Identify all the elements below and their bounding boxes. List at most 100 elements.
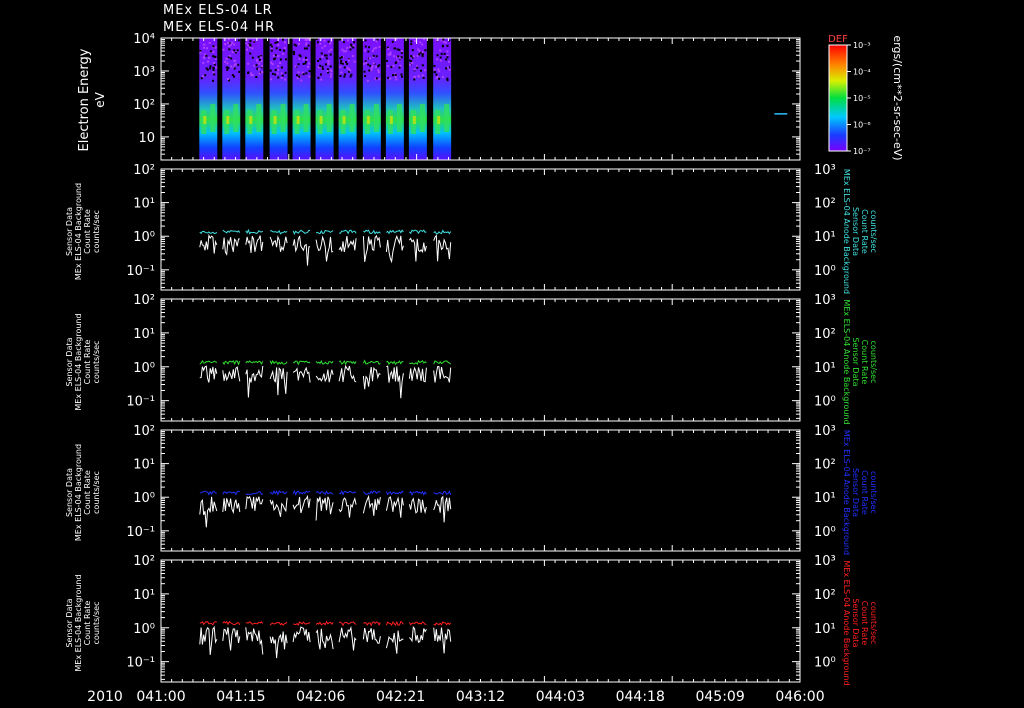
series-line-lr	[269, 497, 288, 517]
spectrogram-speckle	[447, 66, 449, 69]
series-line-hr	[385, 490, 404, 496]
spectrogram-speckle	[237, 39, 240, 42]
spectrogram-speckle	[230, 65, 233, 68]
right-y-label-line: Sensor Data	[851, 207, 860, 256]
series-line-hr	[386, 229, 404, 235]
spectrogram-speckle	[378, 46, 381, 48]
right-y-label-line: Count Rate	[860, 470, 869, 515]
series-line-lr	[385, 630, 404, 654]
spectrogram-speckle	[392, 74, 394, 77]
spectrogram-speckle	[252, 39, 255, 42]
spectrogram-speckle	[208, 41, 211, 44]
spectrogram-core	[256, 104, 262, 132]
spectrogram-speckle	[389, 77, 392, 80]
series-line-lr	[292, 494, 311, 514]
series-line-lr	[222, 627, 241, 651]
right-y-tick-label: 10³	[814, 293, 836, 308]
spectrogram-speckle	[255, 64, 258, 67]
series-line-lr	[199, 625, 218, 655]
spectrogram-speckle	[285, 58, 287, 61]
spectrogram-speckle	[230, 57, 233, 60]
spectrogram-speckle	[246, 48, 248, 51]
series-line-lr	[338, 236, 357, 252]
right-y-tick-label: 10¹	[814, 361, 836, 376]
right-y-label-line: counts/sec	[869, 210, 878, 253]
spectrogram-speckle	[307, 44, 310, 47]
spectrogram-speckle	[442, 38, 445, 41]
right-y-tick-label: 10²	[814, 588, 836, 603]
spectrogram-speckle	[306, 47, 309, 50]
spectrogram-speckle	[271, 72, 274, 75]
series-line-hr	[199, 490, 217, 496]
spectrogram-speckle	[330, 48, 333, 51]
spectrogram-speckle	[212, 79, 214, 82]
spectrogram-speckle	[433, 68, 436, 71]
left-y-label-line: Count Rate	[83, 209, 92, 254]
spectrogram-speckle	[202, 75, 204, 78]
spectrogram-speckle	[308, 75, 311, 78]
series-line-hr	[292, 360, 311, 366]
spectrogram-speckle	[245, 42, 248, 45]
colorbar-tick-label: 10⁻⁷	[853, 147, 871, 156]
spectrogram-speckle	[280, 77, 283, 79]
spectrogram-speckle	[204, 74, 207, 77]
spectrogram-speckle	[275, 47, 278, 50]
spectrogram-speckle	[368, 69, 371, 72]
right-y-tick-label: 10⁰	[814, 525, 836, 540]
spectrogram-speckle	[227, 38, 230, 41]
left-y-label-line: counts/sec	[92, 602, 101, 645]
spec-y-tick-label: 10	[138, 131, 155, 146]
spectrogram-speckle	[328, 50, 331, 53]
spectrogram-speckle	[207, 60, 209, 63]
series-line-lr	[292, 626, 311, 643]
spectrogram-speckle	[213, 62, 216, 64]
colorbar-tick-label: 10⁻⁶	[853, 121, 871, 130]
series-line-hr	[292, 621, 311, 626]
right-y-tick-label: 10⁰	[814, 264, 836, 279]
spectrogram-speckle	[409, 63, 412, 66]
left-y-tick-label: 10²	[133, 293, 155, 308]
spectrogram-speckle	[214, 56, 217, 59]
left-y-tick-label: 10²	[133, 424, 155, 439]
right-y-tick-label: 10⁰	[814, 656, 836, 671]
spectrogram-speckle	[272, 54, 275, 57]
spectrogram-speckle	[321, 67, 324, 70]
x-tick-label: 045:09	[695, 689, 744, 705]
series-line-lr	[199, 496, 218, 528]
spectrogram-speckle	[238, 70, 241, 73]
series-line-lr	[408, 366, 427, 383]
spectrogram-speckle	[446, 79, 449, 82]
series-line-lr	[269, 235, 288, 252]
spectrogram-speckle	[375, 65, 377, 68]
left-y-label-line: counts/sec	[92, 471, 101, 514]
spectrogram-speckle	[352, 46, 355, 49]
series-line-lr	[269, 367, 288, 396]
right-y-tick-label: 10³	[814, 424, 836, 439]
spectrogram-speckle	[258, 58, 261, 61]
right-y-label-line: counts/sec	[869, 602, 878, 645]
series-line-lr	[315, 628, 334, 650]
spectrogram-speckle	[444, 41, 447, 44]
spectrogram-speckle	[258, 68, 260, 71]
left-y-label-line: counts/sec	[92, 341, 101, 384]
spectrogram-speckle	[276, 41, 279, 44]
spectrogram-speckle	[276, 72, 279, 75]
left-y-tick-label: 10¹	[133, 588, 155, 603]
spectrogram-speckle	[323, 39, 326, 42]
spectrogram-speckle	[421, 64, 424, 67]
spectrogram-speckle	[302, 63, 305, 65]
spectrogram-speckle	[375, 55, 378, 58]
series-line-hr	[270, 229, 288, 235]
left-y-label-line: counts/sec	[92, 210, 101, 253]
spectrogram-speckle	[225, 57, 228, 60]
series-line-lr	[222, 366, 241, 382]
spectrogram-speckle	[445, 58, 448, 61]
spectrogram-speckle	[256, 58, 258, 61]
spectrogram-speckle	[277, 76, 280, 79]
spectrogram-speckle	[227, 66, 230, 69]
spectrogram-speckle	[260, 56, 263, 59]
spectrogram-speckle	[212, 71, 215, 74]
spectrogram-speckle	[366, 79, 369, 82]
spectrogram-speckle	[269, 69, 272, 72]
left-y-tick-label: 10⁻¹	[126, 264, 155, 279]
